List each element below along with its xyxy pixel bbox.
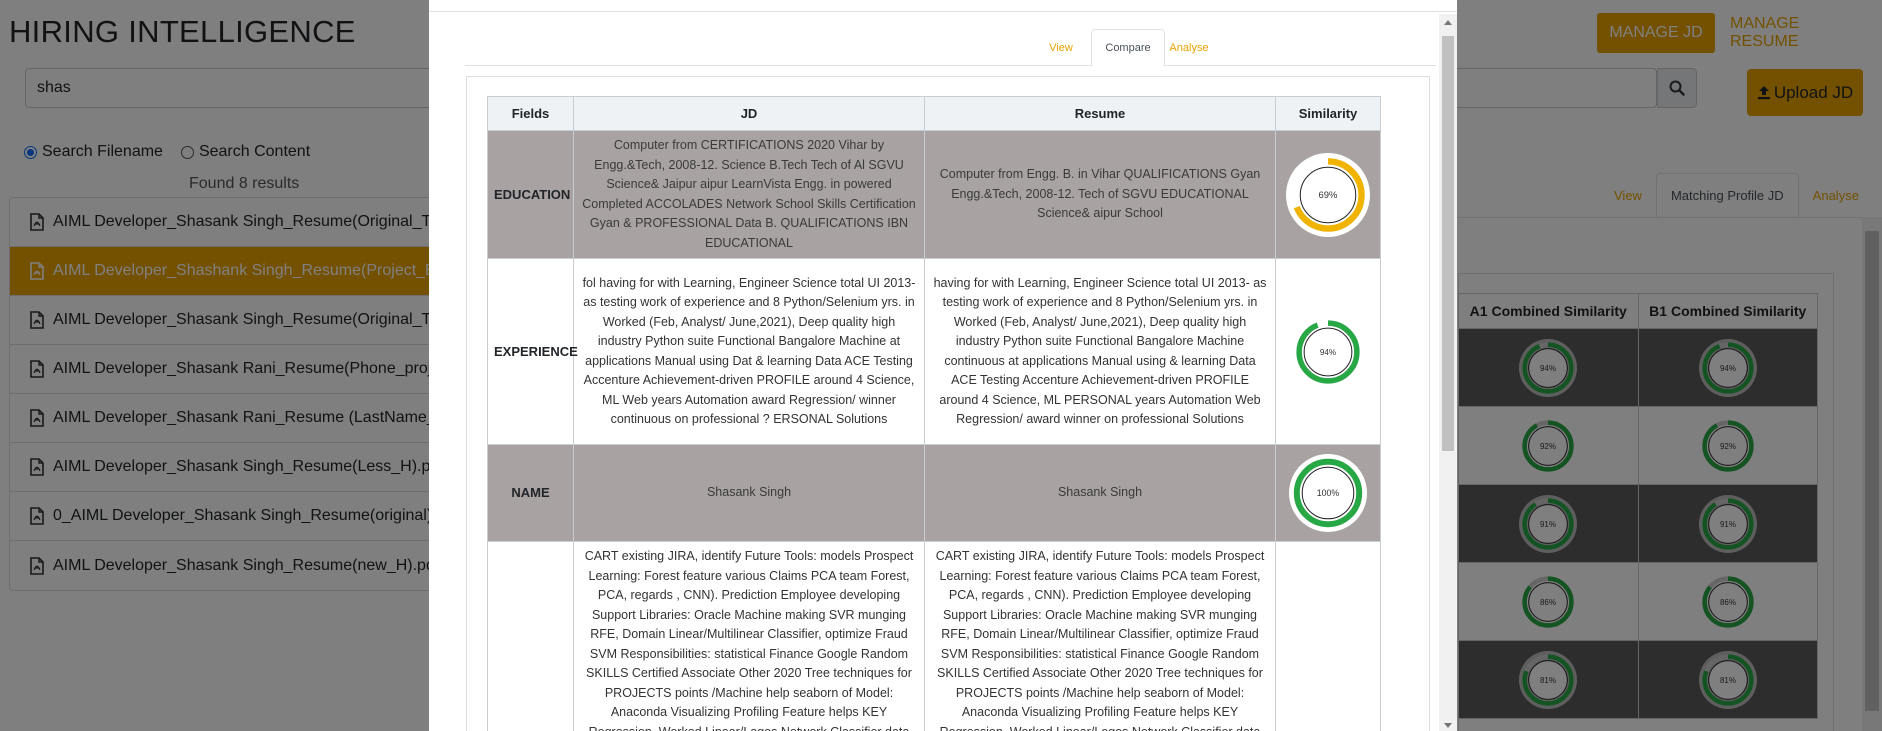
- field-name: EXPERIENCE: [487, 258, 578, 445]
- jd-text: CART existing JIRA, identify Future Tool…: [573, 541, 925, 731]
- modal-tabs: View Compare Analyse: [465, 29, 1436, 67]
- gauge-label: 69%: [1319, 190, 1339, 201]
- similarity-cell: [1275, 541, 1381, 731]
- compare-row-education: EDUCATION Computer from CERTIFICATIONS 2…: [487, 130, 1381, 259]
- field-name: [487, 541, 574, 731]
- field-name: NAME: [487, 444, 574, 542]
- resume-text: having for with Learning, Engineer Scien…: [924, 258, 1276, 445]
- scroll-up-icon[interactable]: [1444, 20, 1452, 25]
- column-header-resume: Resume: [924, 96, 1276, 131]
- modal-tab-compare[interactable]: Compare: [1091, 29, 1165, 67]
- modal-header: [429, 0, 1457, 12]
- compare-row-experience: EXPERIENCE fol having for with Learning,…: [487, 258, 1381, 445]
- column-header-fields: Fields: [487, 96, 574, 131]
- similarity-cell: 94%: [1275, 258, 1381, 445]
- modal-tab-analyse[interactable]: Analyse: [1167, 29, 1211, 66]
- modal-scrollbar[interactable]: [1439, 14, 1457, 731]
- compare-table: Fields JD Resume Similarity EDUCATION Co…: [487, 96, 1381, 731]
- resume-text: Shasank Singh: [924, 444, 1276, 542]
- resume-text: Computer from Engg. B. in Vihar QUALIFIC…: [924, 130, 1276, 259]
- compare-row-name: NAME Shasank Singh Shasank Singh 100%: [487, 444, 1381, 542]
- similarity-gauge: 94%: [1292, 315, 1364, 388]
- compare-row-skills: CART existing JIRA, identify Future Tool…: [487, 541, 1381, 731]
- jd-text: Computer from CERTIFICATIONS 2020 Vihar …: [573, 130, 925, 259]
- column-header-similarity: Similarity: [1275, 96, 1381, 131]
- similarity-gauge: 100%: [1289, 454, 1367, 532]
- gauge-label: 100%: [1317, 488, 1340, 498]
- jd-text: fol having for with Learning, Engineer S…: [573, 258, 925, 445]
- field-name: EDUCATION: [487, 130, 574, 259]
- similarity-gauge: 69%: [1286, 152, 1370, 237]
- resume-text: CART existing JIRA, identify Future Tool…: [924, 541, 1276, 731]
- similarity-cell: 100%: [1275, 444, 1381, 542]
- scroll-down-icon[interactable]: [1444, 723, 1452, 728]
- column-header-jd: JD: [573, 96, 925, 131]
- gauge-label: 94%: [1320, 348, 1336, 357]
- similarity-cell: 69%: [1275, 130, 1381, 259]
- modal-tab-view[interactable]: View: [1039, 29, 1083, 66]
- scrollbar-thumb[interactable]: [1442, 36, 1454, 451]
- jd-text: Shasank Singh: [573, 444, 925, 542]
